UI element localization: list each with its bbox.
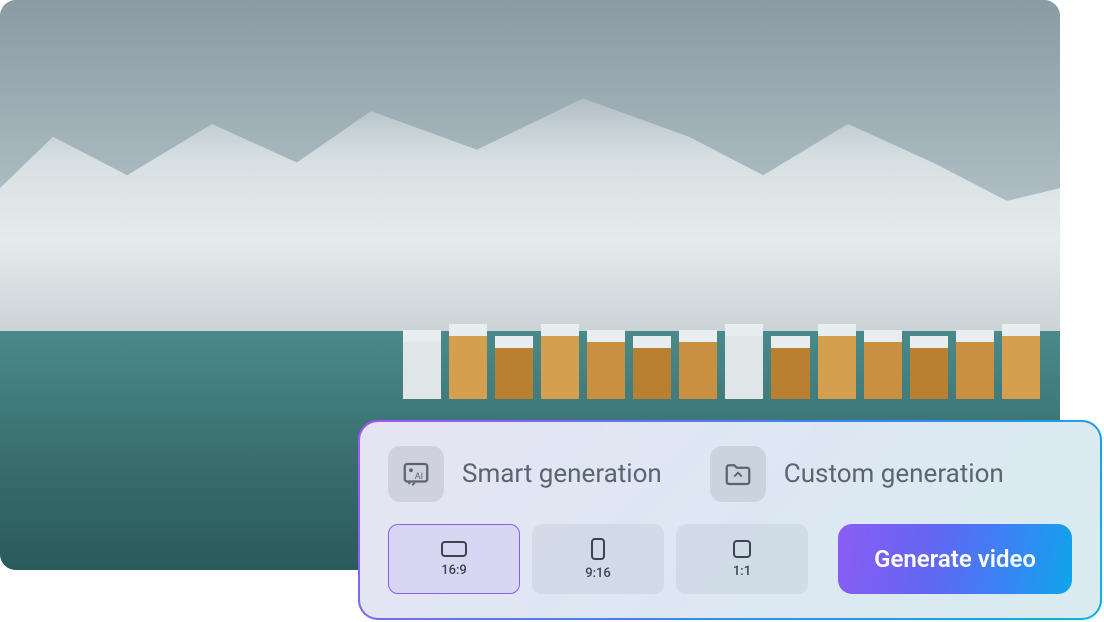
aspect-ratio-group: 16:9 9:16 1:1 — [388, 524, 808, 594]
smart-generation-option[interactable]: AI Smart generation — [388, 446, 662, 502]
control-panel: AI Smart generation Custom generation — [358, 420, 1102, 620]
custom-generation-option[interactable]: Custom generation — [710, 446, 1004, 502]
smart-ai-icon: AI — [388, 446, 444, 502]
ratio-label: 16:9 — [441, 563, 467, 578]
folder-icon — [710, 446, 766, 502]
ratio-portrait-icon — [591, 538, 605, 560]
bottom-row: 16:9 9:16 1:1 Generate video — [388, 524, 1072, 594]
ratio-square-icon — [733, 540, 751, 558]
village-layer — [403, 274, 1060, 399]
ratio-label: 9:16 — [585, 566, 611, 581]
ratio-label: 1:1 — [733, 564, 751, 579]
svg-text:AI: AI — [415, 471, 423, 481]
control-panel-inner: AI Smart generation Custom generation — [360, 422, 1100, 618]
aspect-ratio-9-16[interactable]: 9:16 — [532, 524, 664, 594]
aspect-ratio-1-1[interactable]: 1:1 — [676, 524, 808, 594]
smart-generation-label: Smart generation — [462, 459, 662, 489]
ratio-landscape-icon — [441, 541, 467, 557]
generate-video-button[interactable]: Generate video — [838, 524, 1072, 594]
custom-generation-label: Custom generation — [784, 459, 1004, 489]
generation-options-row: AI Smart generation Custom generation — [388, 446, 1072, 502]
aspect-ratio-16-9[interactable]: 16:9 — [388, 524, 520, 594]
